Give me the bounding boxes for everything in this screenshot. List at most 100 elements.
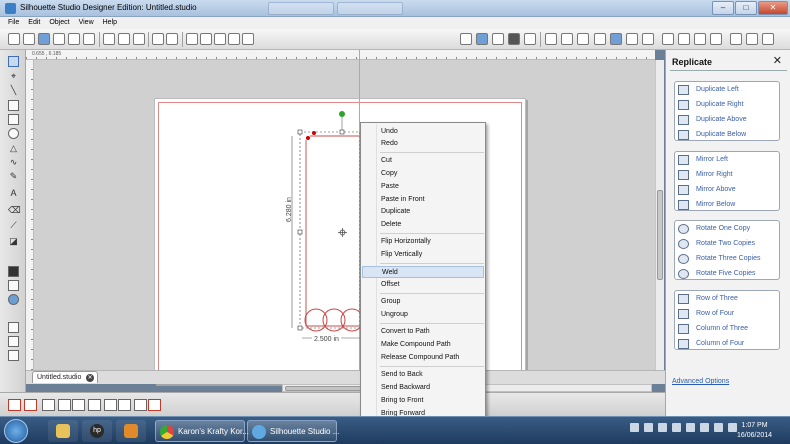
close-button[interactable]: ✕ [758,1,788,15]
fill-color-icon[interactable] [678,33,690,45]
group-icon[interactable] [8,399,21,411]
send-to-back-icon[interactable] [118,399,131,411]
knife-tool-icon[interactable]: ⟋ [8,220,19,231]
zoom-out-icon[interactable] [200,33,212,45]
menu-item-paste[interactable]: Paste [362,181,484,193]
menu-item-flip-vertically[interactable]: Flip Vertically [362,249,484,261]
menu-edit[interactable]: Edit [24,17,45,29]
registration-marks-icon[interactable] [492,33,504,45]
ellipse-tool-icon[interactable] [8,128,19,139]
panel-close-icon[interactable]: ✕ [773,54,782,67]
menu-item-send-to-back[interactable]: Send to Back [362,369,484,381]
library-icon[interactable] [524,33,536,45]
duplicate-below-option[interactable]: Duplicate Below [678,129,778,142]
undo-icon[interactable] [152,33,164,45]
grid-settings-icon[interactable] [476,33,488,45]
save-icon[interactable] [38,33,50,45]
maximize-button[interactable]: □ [735,1,757,15]
paint-bucket-icon[interactable]: ◪ [8,236,19,247]
line-width-icon[interactable] [746,33,758,45]
eraser-tool-icon[interactable]: ⌫ [8,205,21,216]
line-style-icon[interactable] [545,33,557,45]
rectangle-tool-icon[interactable] [8,100,19,111]
page-settings-icon[interactable] [460,33,472,45]
taskbar-task-silhouette[interactable]: Silhouette Studio ... [247,420,339,442]
fit-page-icon[interactable] [242,33,254,45]
curve-tool-icon[interactable]: ∿ [8,157,19,168]
tray-icon[interactable] [672,423,681,432]
column-of-four-option[interactable]: Column of Four [678,338,778,351]
send-to-cutter-icon[interactable] [83,33,95,45]
trace-icon[interactable] [662,33,674,45]
transform-icon[interactable] [594,33,606,45]
freehand-tool-icon[interactable]: ✎ [8,171,19,182]
rotate-two-copies-option[interactable]: Rotate Two Copies [678,238,778,251]
advanced-options-link[interactable]: Advanced Options [672,378,729,385]
pan-icon[interactable] [228,33,240,45]
menu-item-cut[interactable]: Cut [362,155,484,167]
text-style-icon[interactable] [577,33,589,45]
mirror-right-option[interactable]: Mirror Right [678,169,778,182]
library-view-icon[interactable] [8,280,19,291]
column-of-three-option[interactable]: Column of Three [678,323,778,336]
release-compound-path-icon[interactable] [58,399,71,411]
print-icon[interactable] [68,33,80,45]
fill-gradient-icon[interactable] [694,33,706,45]
menu-item-group[interactable]: Group [362,296,484,308]
duplicate-left-option[interactable]: Duplicate Left [678,84,778,97]
vertical-scroll-thumb[interactable] [657,190,663,280]
menu-item-offset[interactable]: Offset [362,279,484,291]
mirror-below-option[interactable]: Mirror Below [678,199,778,212]
mirror-above-option[interactable]: Mirror Above [678,184,778,197]
tray-icon[interactable] [686,423,695,432]
tray-icon[interactable] [700,423,709,432]
menu-item-send-backward[interactable]: Send Backward [362,382,484,394]
tray-icon[interactable] [658,423,667,432]
paste-icon[interactable] [133,33,145,45]
menu-item-bring-to-front[interactable]: Bring to Front [362,395,484,407]
zoom-select-icon[interactable] [214,33,226,45]
align-icon[interactable] [561,33,573,45]
menu-item-flip-horizontally[interactable]: Flip Horizontally [362,236,484,248]
ungroup-icon[interactable] [24,399,37,411]
taskbar-media-player[interactable] [116,420,146,442]
online-store-icon[interactable] [8,294,19,305]
clock[interactable]: 1:07 PM 16/06/2014 [737,421,772,441]
menu-item-redo[interactable]: Redo [362,138,484,150]
shadow-icon[interactable] [762,33,774,45]
menu-item-duplicate[interactable]: Duplicate [362,206,484,218]
menu-item-copy[interactable]: Copy [362,168,484,180]
fill-pattern-icon[interactable] [710,33,722,45]
replicate-icon[interactable] [610,33,622,45]
menu-item-convert-to-path[interactable]: Convert to Path [362,326,484,338]
menu-item-delete[interactable]: Delete [362,219,484,231]
duplicate-right-option[interactable]: Duplicate Right [678,99,778,112]
tray-icon[interactable] [644,423,653,432]
menu-item-release-compound-path[interactable]: Release Compound Path [362,352,484,364]
cut-settings-icon[interactable] [508,33,520,45]
document-tab[interactable]: Untitled.studio ✕ [32,371,98,383]
vertical-scrollbar[interactable] [655,60,664,380]
rotate-five-copies-option[interactable]: Rotate Five Copies [678,268,778,281]
redo-icon[interactable] [166,33,178,45]
menu-file[interactable]: File [4,17,24,29]
rounded-rectangle-tool-icon[interactable] [8,114,19,125]
rotate-handle[interactable] [339,111,345,117]
copy-icon[interactable] [118,33,130,45]
zoom-in-icon[interactable] [186,33,198,45]
line-tool-icon[interactable]: ╲ [8,85,19,96]
tray-icon[interactable] [714,423,723,432]
cut-icon[interactable] [103,33,115,45]
edit-points-icon[interactable]: ⌖ [8,71,19,82]
duplicate-above-option[interactable]: Duplicate Above [678,114,778,127]
rotate-one-copy-option[interactable]: Rotate One Copy [678,223,778,236]
palette-icon-1[interactable] [8,322,19,333]
open-icon[interactable] [23,33,35,45]
bring-to-front-icon[interactable] [104,399,117,411]
delete-icon[interactable] [88,399,101,411]
close-tab-icon[interactable]: ✕ [86,374,94,382]
row-of-three-option[interactable]: Row of Three [678,293,778,306]
mirror-left-option[interactable]: Mirror Left [678,154,778,167]
rotate-three-copies-option[interactable]: Rotate Three Copies [678,253,778,266]
design-page-view-icon[interactable] [8,266,19,277]
